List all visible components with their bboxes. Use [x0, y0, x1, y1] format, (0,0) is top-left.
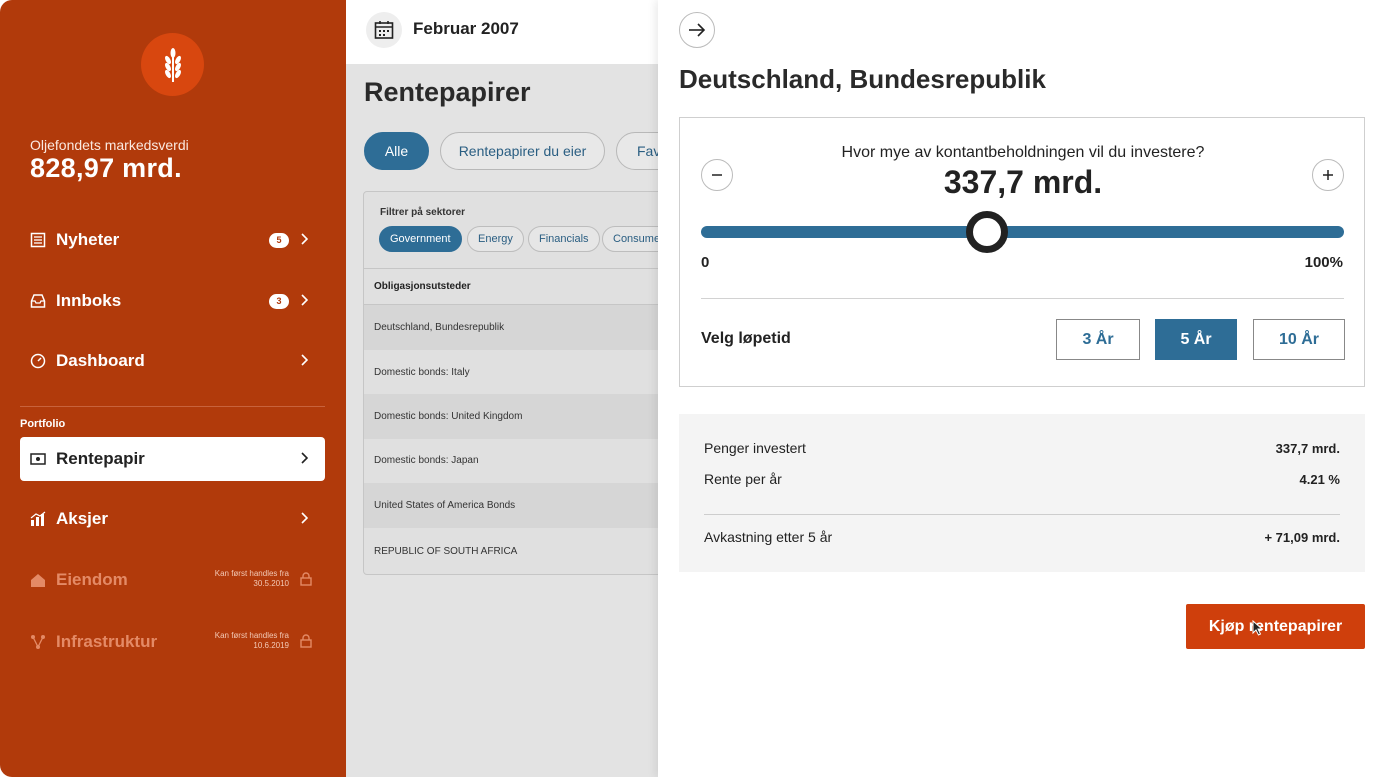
- return-value: + 71,09 mrd.: [1264, 530, 1340, 545]
- sector-chip-government[interactable]: Government: [379, 226, 462, 252]
- invested-label: Penger investert: [704, 440, 806, 456]
- bond-detail-panel: Deutschland, Bundesrepublik Hvor mye av …: [658, 0, 1380, 777]
- sidebar-item-dashboard[interactable]: Dashboard: [20, 339, 325, 383]
- rate-label: Rente per år: [704, 471, 782, 487]
- current-date: Februar 2007: [413, 19, 519, 38]
- tab-alle[interactable]: Alle: [364, 132, 429, 170]
- sidebar-item-label: Nyheter: [56, 230, 120, 249]
- sidebar-item-eiendom: Eiendom Kan først handles fra 30.5.2010: [20, 558, 325, 602]
- page-title: Rentepapirer: [364, 77, 531, 107]
- tab-favorites[interactable]: Fav: [616, 132, 658, 170]
- table-row[interactable]: REPUBLIC OF SOUTH AFRICA: [364, 529, 658, 574]
- invested-value: 337,7 mrd.: [1275, 441, 1340, 456]
- table-row[interactable]: Domestic bonds: United Kingdom: [364, 394, 658, 439]
- table-header-issuer: Obligasjonsutsteder: [364, 268, 658, 305]
- investment-box: Hvor mye av kontantbeholdningen vil du i…: [679, 117, 1365, 387]
- inbox-icon: [29, 292, 47, 310]
- chevron-right-icon: [297, 293, 311, 307]
- rate-value: 4.21 %: [1299, 472, 1340, 487]
- bond-list-panel: Februar 2007 Rentepapirer Alle Rentepapi…: [346, 0, 658, 777]
- slider-min-label: 0: [701, 254, 710, 271]
- gauge-icon: [29, 352, 47, 370]
- chevron-right-icon: [297, 232, 311, 246]
- banknote-icon: [29, 450, 47, 468]
- sidebar-item-innboks[interactable]: Innboks 3: [20, 279, 325, 323]
- sidebar-item-rentepapir[interactable]: Rentepapir: [20, 437, 325, 481]
- sidebar-item-label: Infrastruktur: [56, 632, 158, 651]
- bar-chart-icon: [29, 510, 47, 528]
- table-row[interactable]: Domestic bonds: Italy: [364, 350, 658, 395]
- market-value-label: Oljefondets markedsverdi: [30, 137, 189, 153]
- bond-filter-table: Filtrer på sektorer Government Energy Fi…: [363, 191, 658, 575]
- investment-slider-track[interactable]: [701, 226, 1344, 238]
- increase-button[interactable]: [1312, 159, 1344, 191]
- chevron-right-icon: [297, 451, 311, 465]
- calendar-icon: [366, 12, 402, 48]
- plus-icon: [1323, 170, 1333, 180]
- return-label: Avkastning etter 5 år: [704, 529, 833, 545]
- market-value: 828,97 mrd.: [30, 153, 182, 183]
- lock-icon: [299, 633, 313, 649]
- news-count-badge: 5: [269, 233, 289, 248]
- term-3-years-button[interactable]: 3 År: [1056, 319, 1140, 360]
- portfolio-section-label: Portfolio: [20, 418, 66, 430]
- locked-until-note: Kan først handles fra 10.6.2019: [214, 631, 289, 650]
- sidebar-item-label: Aksjer: [56, 509, 108, 528]
- term-10-years-button[interactable]: 10 År: [1253, 319, 1345, 360]
- sidebar-item-label: Eiendom: [56, 570, 128, 589]
- sidebar-item-nyheter[interactable]: Nyheter 5: [20, 218, 325, 262]
- investment-slider-handle[interactable]: [966, 211, 1009, 253]
- term-label: Velg løpetid: [701, 330, 791, 347]
- sector-chip-energy[interactable]: Energy: [467, 226, 524, 252]
- sidebar-item-label: Innboks: [56, 291, 122, 310]
- chevron-right-icon: [297, 511, 311, 525]
- lock-icon: [299, 571, 313, 587]
- mouse-cursor-icon: [1252, 620, 1264, 636]
- summary-divider: [704, 514, 1340, 515]
- inbox-count-badge: 3: [269, 294, 289, 309]
- sector-chip-financials[interactable]: Financials: [528, 226, 600, 252]
- slider-max-label: 100%: [1304, 254, 1343, 271]
- term-5-years-button[interactable]: 5 År: [1155, 319, 1237, 360]
- table-row[interactable]: United States of America Bonds: [364, 483, 658, 528]
- buy-bonds-button[interactable]: Kjøp rentepapirer: [1186, 604, 1365, 649]
- wheat-logo-icon: [141, 33, 204, 96]
- sidebar-item-aksjer[interactable]: Aksjer: [20, 497, 325, 541]
- investment-question: Hvor mye av kontantbeholdningen vil du i…: [841, 144, 1205, 161]
- investment-summary: Penger investert 337,7 mrd. Rente per år…: [679, 414, 1365, 572]
- top-bar: Februar 2007: [346, 0, 658, 64]
- close-panel-button[interactable]: [679, 12, 715, 48]
- network-icon: [29, 633, 47, 651]
- investment-amount: 337,7 mrd.: [943, 164, 1103, 200]
- divider: [701, 298, 1344, 299]
- house-icon: [29, 571, 47, 589]
- sidebar-item-label: Dashboard: [56, 351, 145, 370]
- locked-until-note: Kan først handles fra 30.5.2010: [214, 569, 289, 588]
- bond-issuer-title: Deutschland, Bundesrepublik: [679, 64, 1046, 94]
- sidebar: Oljefondets markedsverdi 828,97 mrd. Nyh…: [0, 0, 346, 777]
- sidebar-item-infrastruktur: Infrastruktur Kan først handles fra 10.6.…: [20, 620, 325, 664]
- arrow-right-icon: [689, 23, 706, 37]
- sector-chip-consumer[interactable]: Consume: [602, 226, 658, 252]
- chevron-right-icon: [297, 353, 311, 367]
- tab-owned-bonds[interactable]: Rentepapirer du eier: [440, 132, 605, 170]
- sidebar-item-label: Rentepapir: [56, 449, 145, 468]
- sector-filter-label: Filtrer på sektorer: [380, 207, 466, 218]
- table-row[interactable]: Deutschland, Bundesrepublik: [364, 305, 658, 350]
- sidebar-divider: [20, 406, 325, 407]
- newspaper-icon: [29, 231, 47, 249]
- table-row[interactable]: Domestic bonds: Japan: [364, 438, 658, 483]
